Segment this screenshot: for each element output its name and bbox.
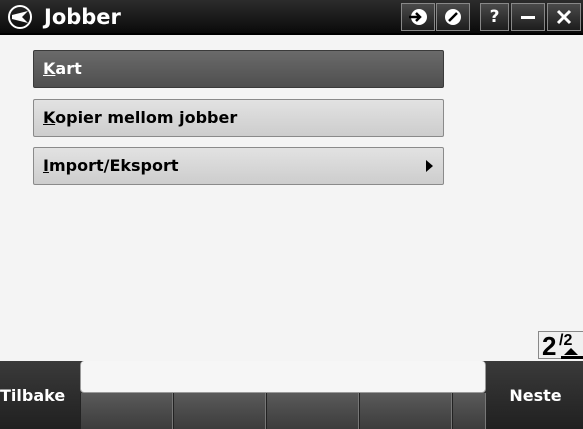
softkey-slot[interactable] <box>452 393 486 429</box>
menu-item-label: opier mellom jobber <box>55 108 238 127</box>
help-button[interactable]: ? <box>480 3 509 31</box>
menu-item-label: mport/Eksport <box>48 156 179 175</box>
status-field <box>80 361 486 393</box>
app-logo-icon <box>8 5 32 29</box>
softkey-slot[interactable] <box>266 393 360 429</box>
page-current: 2 <box>542 331 557 361</box>
next-softkey[interactable]: Neste <box>488 361 583 429</box>
softkey-slot[interactable] <box>359 393 453 429</box>
close-icon <box>556 9 572 25</box>
page-bar-icon <box>561 356 583 359</box>
page-up-icon <box>564 348 578 355</box>
minimize-icon <box>521 16 535 19</box>
page-indicator-button[interactable]: 2 /2 <box>538 331 583 361</box>
no-entry-icon[interactable] <box>436 3 470 31</box>
close-button[interactable] <box>547 3 581 31</box>
softkey-slot[interactable] <box>80 393 174 429</box>
menu-item-mnemonic: K <box>43 59 56 78</box>
back-softkey[interactable]: Tilbake <box>0 361 80 429</box>
menu-item-copy-between-jobs[interactable]: Kopier mellom jobber <box>33 99 444 137</box>
login-icon[interactable] <box>401 3 435 31</box>
softkey-slots <box>80 393 486 429</box>
menu-item-kart[interactable]: Kart <box>33 50 444 88</box>
menu-item-mnemonic: K <box>43 108 56 127</box>
submenu-arrow-icon <box>426 160 433 172</box>
minimize-button[interactable] <box>511 3 545 31</box>
softkey-slot[interactable] <box>173 393 267 429</box>
window-title: Jobber <box>44 5 121 29</box>
title-bar: Jobber ? <box>0 0 583 34</box>
menu-item-label: art <box>55 59 82 78</box>
menu-item-import-export[interactable]: Import/Eksport <box>33 147 444 185</box>
main-content: Kart Kopier mellom jobber Import/Eksport… <box>0 35 583 361</box>
